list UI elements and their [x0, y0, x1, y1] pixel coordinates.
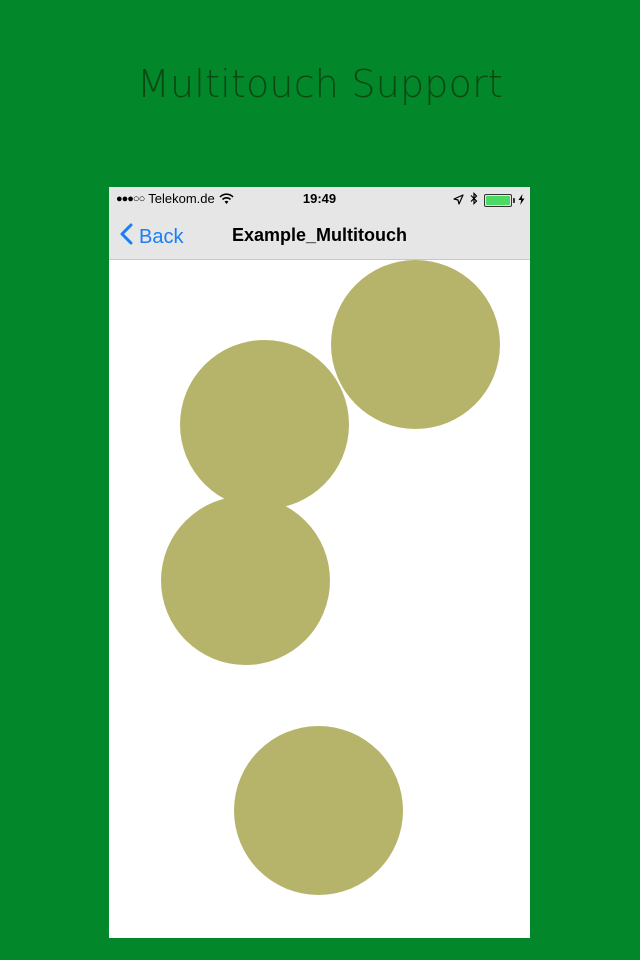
- battery-icon: [484, 193, 515, 207]
- location-arrow-icon: [453, 193, 464, 208]
- touch-circle[interactable]: [161, 496, 330, 665]
- charging-bolt-icon: [518, 193, 525, 208]
- status-bar: ●●●○○ Telekom.de 19:49: [109, 187, 530, 211]
- status-right: [453, 192, 525, 208]
- touch-circle[interactable]: [180, 340, 349, 509]
- touch-circle[interactable]: [234, 726, 403, 895]
- battery-level: [486, 195, 510, 205]
- phone-screen: ●●●○○ Telekom.de 19:49 Back Example_Mult…: [109, 187, 530, 938]
- promo-title: Multitouch Support: [137, 62, 503, 106]
- navigation-bar: Back Example_Multitouch: [109, 211, 530, 260]
- nav-title: Example_Multitouch: [231, 225, 408, 245]
- touch-circle[interactable]: [331, 260, 500, 429]
- bluetooth-icon: [470, 192, 478, 208]
